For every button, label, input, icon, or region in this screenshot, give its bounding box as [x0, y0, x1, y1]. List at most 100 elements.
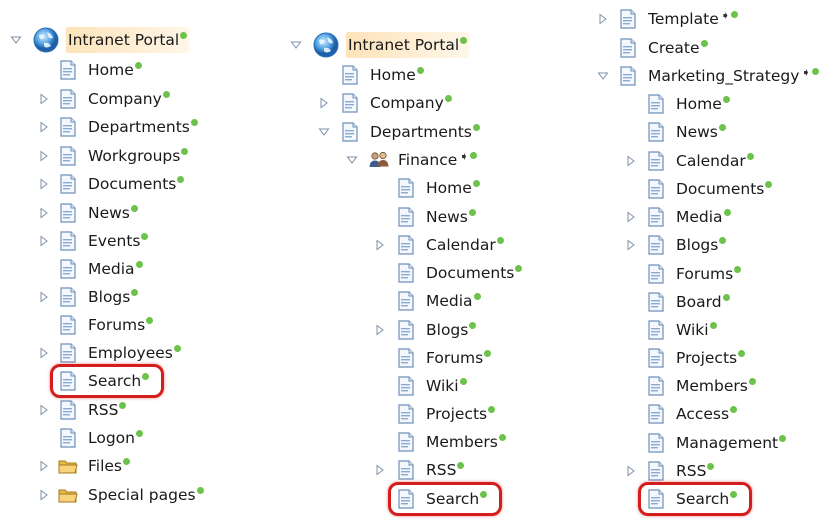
published-status-dot-icon — [468, 209, 476, 216]
expand-arrow-closed-icon[interactable] — [38, 397, 50, 423]
expand-arrow-closed-icon[interactable] — [625, 204, 637, 230]
expand-arrow-closed-icon[interactable] — [38, 340, 50, 366]
published-status-dot-icon — [722, 294, 730, 301]
published-status-dot-icon — [180, 32, 188, 39]
page-icon — [646, 179, 666, 199]
page-icon — [58, 287, 78, 307]
expand-arrow-closed-icon[interactable] — [38, 453, 50, 479]
published-status-dot-icon — [469, 152, 477, 159]
expand-arrow-open-icon[interactable] — [318, 119, 330, 145]
tree-item-label: Management — [674, 430, 788, 456]
expand-arrow-closed-icon[interactable] — [38, 114, 50, 140]
expand-arrow-closed-icon[interactable] — [38, 228, 50, 254]
published-status-dot-icon — [131, 289, 139, 296]
expand-arrow-closed-icon[interactable] — [597, 6, 609, 32]
tree-item-label: Media — [424, 288, 483, 314]
expand-arrow-closed-icon[interactable] — [38, 482, 50, 508]
tree-item-label: Departments — [86, 114, 200, 140]
globe-icon — [312, 31, 340, 59]
expand-arrow-closed-icon[interactable] — [374, 232, 386, 258]
tree-item-label: Forums — [424, 345, 493, 371]
published-status-dot-icon — [457, 462, 465, 469]
published-status-dot-icon — [722, 96, 730, 103]
published-status-dot-icon — [472, 180, 480, 187]
tree-item-label: Documents — [674, 176, 774, 202]
page-icon — [58, 203, 78, 223]
page-icon — [58, 89, 78, 109]
published-status-dot-icon — [119, 402, 127, 409]
expand-arrow-closed-icon[interactable] — [625, 232, 637, 258]
published-status-dot-icon — [779, 435, 787, 442]
tree-item-label: Create — [646, 35, 710, 61]
page-icon — [58, 146, 78, 166]
published-status-dot-icon — [498, 434, 506, 441]
tree-item-label: RSS — [674, 458, 716, 484]
page-icon — [646, 348, 666, 368]
expand-arrow-closed-icon[interactable] — [38, 284, 50, 310]
tree-item-label: Blogs — [674, 232, 728, 258]
globe-icon — [32, 26, 60, 54]
page-icon — [646, 94, 666, 114]
tree-item-label: Company — [86, 86, 172, 112]
published-status-dot-icon — [416, 67, 424, 74]
tree-item-label: Events — [86, 228, 150, 254]
published-status-dot-icon — [177, 176, 185, 183]
published-status-dot-icon — [734, 266, 742, 273]
published-status-dot-icon — [723, 209, 731, 216]
tree-item-label: Special pages — [86, 482, 206, 508]
expand-arrow-closed-icon[interactable] — [38, 86, 50, 112]
folder-icon — [58, 485, 78, 505]
tree-item-label: RSS — [86, 397, 128, 423]
tree-item-label: Wiki — [424, 373, 469, 399]
page-icon — [396, 404, 416, 424]
page-icon — [58, 400, 78, 420]
published-status-dot-icon — [181, 148, 189, 155]
tree-item-label: Home — [368, 62, 426, 88]
published-status-dot-icon — [190, 119, 198, 126]
tree-item-label: Forums — [674, 261, 743, 287]
page-icon — [58, 60, 78, 80]
published-status-dot-icon — [136, 430, 143, 437]
page-icon — [58, 174, 78, 194]
tree-item-label: Files — [86, 453, 132, 479]
page-icon — [646, 404, 666, 424]
page-icon — [618, 38, 638, 58]
redirect-arrow-icon: ➧ — [720, 9, 730, 22]
expand-arrow-closed-icon[interactable] — [625, 148, 637, 174]
expand-arrow-open-icon[interactable] — [290, 32, 302, 58]
page-icon — [646, 292, 666, 312]
published-status-dot-icon — [162, 91, 170, 98]
published-status-dot-icon — [700, 40, 708, 47]
page-icon — [340, 122, 360, 142]
page-icon — [646, 376, 666, 396]
page-icon — [58, 231, 78, 251]
tree-item-label: Template ➧ — [646, 6, 740, 34]
tree-item-label: Calendar — [674, 148, 756, 174]
expand-arrow-closed-icon[interactable] — [625, 458, 637, 484]
expand-arrow-closed-icon[interactable] — [374, 317, 386, 343]
expand-arrow-closed-icon[interactable] — [38, 200, 50, 226]
expand-arrow-closed-icon[interactable] — [374, 457, 386, 483]
tree-item-label: Finance ➧ — [396, 147, 479, 175]
published-status-dot-icon — [444, 95, 452, 102]
page-icon — [618, 66, 638, 86]
expand-arrow-closed-icon[interactable] — [38, 143, 50, 169]
expand-arrow-closed-icon[interactable] — [318, 90, 330, 116]
page-icon — [396, 291, 416, 311]
page-icon — [58, 117, 78, 137]
published-status-dot-icon — [135, 261, 143, 268]
published-status-dot-icon — [123, 458, 131, 465]
expand-arrow-open-icon[interactable] — [597, 63, 609, 89]
page-icon — [618, 9, 638, 29]
published-status-dot-icon — [718, 124, 726, 131]
published-status-dot-icon — [730, 406, 738, 413]
published-status-dot-icon — [811, 68, 819, 75]
published-status-dot-icon — [459, 378, 467, 385]
published-status-dot-icon — [515, 265, 523, 272]
redirect-arrow-icon: ➧ — [459, 150, 469, 163]
tree-item-label: Home — [424, 175, 482, 201]
tree-item-label: RSS — [424, 457, 466, 483]
expand-arrow-open-icon[interactable] — [10, 27, 22, 53]
expand-arrow-open-icon[interactable] — [346, 147, 358, 173]
expand-arrow-closed-icon[interactable] — [38, 171, 50, 197]
